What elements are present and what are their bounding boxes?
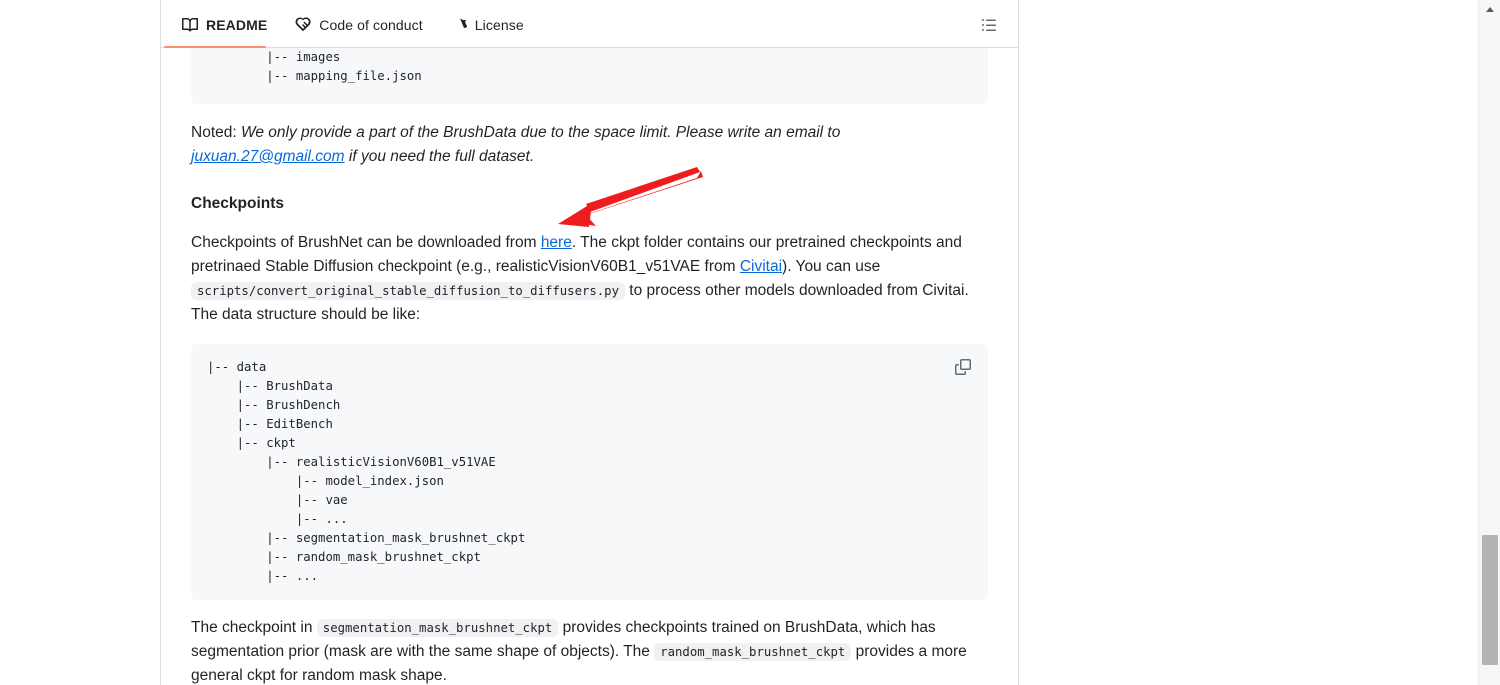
book-icon [182,17,198,33]
code-block-brushdata-tree: |-- images |-- mapping_file.json [191,48,988,104]
final-paragraph: The checkpoint in segmentation_mask_brus… [191,616,988,685]
noted-italic-before: We only provide a part of the BrushData … [240,124,841,141]
list-unordered-icon[interactable] [976,12,1002,38]
repo-file-tabs: README Code of conduct License [161,0,1018,48]
final-text-1: The checkpoint in [191,618,317,636]
tab-readme[interactable]: README [174,12,277,38]
copy-icon[interactable] [950,354,976,380]
heading-checkpoints: Checkpoints [191,195,285,213]
checkpoints-text-3: ). You can use [782,257,881,275]
tab-readme-label: README [206,17,268,33]
tab-code-of-conduct-label: Code of conduct [319,17,423,33]
noted-prefix: Noted: [191,124,241,141]
here-link[interactable]: here [541,234,572,251]
law-scales-icon [451,17,467,33]
code-block-data-structure: |-- data |-- BrushData |-- BrushDench |-… [191,343,988,600]
inline-code-segmentation-ckpt: segmentation_mask_brushnet_ckpt [316,618,559,637]
code-block-top-lines: |-- images |-- mapping_file.json [266,50,422,83]
email-link[interactable]: juxuan.27@gmail.com [191,148,345,165]
scroll-up-arrow-icon[interactable] [1479,0,1500,18]
tab-code-of-conduct[interactable]: Code of conduct [287,12,432,38]
noted-italic-after: if you need the full dataset. [344,148,535,166]
tab-license[interactable]: License [443,12,534,38]
code-block-data-lines: |-- data |-- BrushData |-- BrushDench |-… [207,359,526,583]
readme-markdown-body: |-- images |-- mapping_file.json Noted: … [161,48,1018,685]
inline-code-convert-script: scripts/convert_original_stable_diffusio… [191,281,625,300]
readme-panel: README Code of conduct License |-- image… [160,0,1019,685]
civitai-link[interactable]: Civitai [740,258,782,275]
inline-code-random-ckpt: random_mask_brushnet_ckpt [654,642,852,661]
checkpoints-paragraph: Checkpoints of BrushNet can be downloade… [191,231,988,327]
scroll-thumb[interactable] [1482,535,1498,665]
page-scrollbar[interactable] [1478,0,1500,685]
noted-paragraph: Noted: We only provide a part of the Bru… [191,121,988,169]
tab-license-label: License [474,17,524,33]
code-of-conduct-icon [295,17,311,33]
page-root: README Code of conduct License |-- image… [0,0,1500,685]
checkpoints-text-1: Checkpoints of BrushNet can be downloade… [191,233,541,251]
